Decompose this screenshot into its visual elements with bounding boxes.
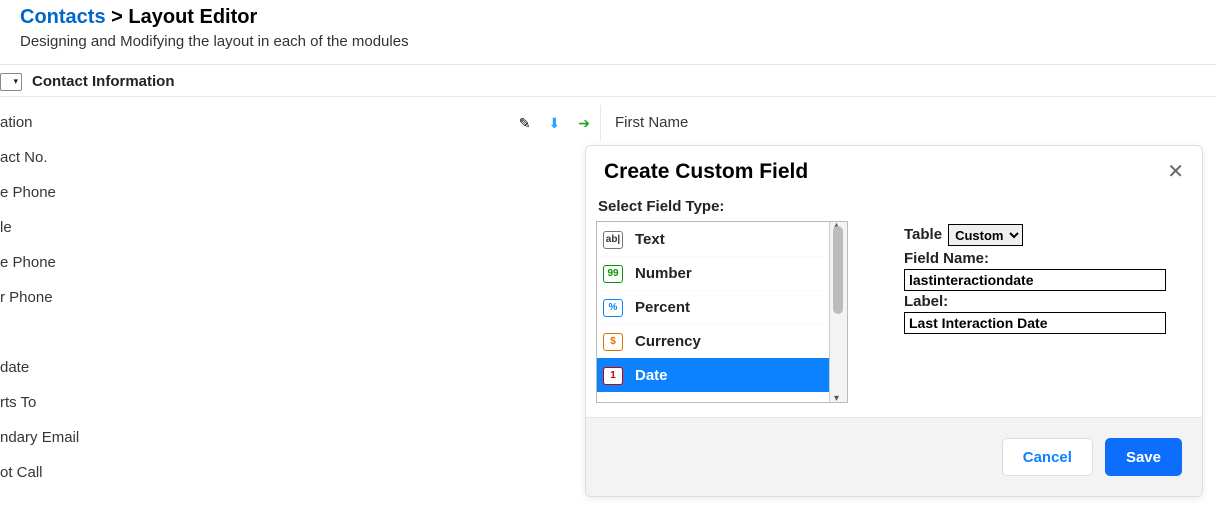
number-icon: 99 (603, 265, 623, 283)
label-row: Label: (904, 293, 1184, 334)
field-label: ot Call (0, 464, 43, 481)
modal-body: Select Field Type: ab| Text 99 Number % … (586, 188, 1202, 417)
field-type-more[interactable] (597, 392, 829, 403)
field-row[interactable]: le (0, 210, 600, 245)
date-icon: 1 (603, 367, 623, 385)
cancel-button[interactable]: Cancel (1002, 438, 1093, 476)
breadcrumb-link-contacts[interactable]: Contacts (20, 6, 106, 28)
label-label: Label: (904, 293, 1184, 310)
field-form: Table Custom Field Name: Label: (848, 198, 1184, 403)
modal-title: Create Custom Field (604, 160, 808, 184)
field-row[interactable]: e Phone (0, 245, 600, 280)
arrow-right-icon[interactable]: ➔ (578, 116, 590, 130)
fieldname-row: Field Name: (904, 250, 1184, 291)
field-label: ation (0, 114, 33, 131)
text-icon: ab| (603, 231, 623, 249)
arrow-down-icon[interactable]: ⬇ (549, 116, 561, 130)
field-type-date[interactable]: 1 Date (597, 358, 829, 392)
field-type-label: Percent (635, 299, 690, 316)
field-type-list: ab| Text 99 Number % Percent $ Currency (597, 222, 829, 403)
field-type-listbox: ab| Text 99 Number % Percent $ Currency (596, 221, 848, 403)
field-row[interactable]: act No. (0, 140, 600, 175)
field-label: le (0, 219, 12, 236)
field-label: First Name (615, 114, 688, 131)
field-label: e Phone (0, 254, 56, 271)
select-field-type-label: Select Field Type: (598, 198, 848, 215)
field-label: r Phone (0, 289, 53, 306)
field-row[interactable]: r Phone (0, 280, 600, 315)
field-row[interactable]: ot Call (0, 455, 600, 490)
percent-icon: % (603, 299, 623, 317)
field-label: rts To (0, 394, 36, 411)
table-label: Table (904, 226, 942, 243)
field-row[interactable]: date (0, 350, 600, 385)
field-action-icons: ✎ ⬇ ➔ (519, 116, 590, 130)
label-input[interactable] (904, 312, 1166, 334)
field-label: date (0, 359, 29, 376)
field-type-number[interactable]: 99 Number (597, 256, 829, 290)
breadcrumb-current: Layout Editor (128, 6, 257, 28)
modal-header: Create Custom Field ✕ (586, 146, 1202, 188)
section-title: Contact Information (32, 73, 175, 90)
page-subheading: Designing and Modifying the layout in ea… (20, 33, 1216, 50)
field-type-panel: Select Field Type: ab| Text 99 Number % … (596, 198, 848, 403)
field-type-label: Currency (635, 333, 701, 350)
section-toggle[interactable]: ▾ (0, 73, 22, 91)
close-icon[interactable]: ✕ (1167, 162, 1184, 182)
field-label: ndary Email (0, 429, 79, 446)
chevron-down-icon: ▾ (13, 76, 18, 87)
currency-icon: $ (603, 333, 623, 351)
breadcrumb: Contacts > Layout Editor (20, 6, 1216, 29)
section-header: ▾ Contact Information (0, 67, 1216, 97)
edit-icon[interactable]: ✎ (519, 116, 531, 130)
fieldname-input[interactable] (904, 269, 1166, 291)
table-select[interactable]: Custom (948, 224, 1023, 246)
breadcrumb-separator: > (111, 6, 123, 28)
field-type-label: Text (635, 231, 665, 248)
table-row: Table Custom (904, 224, 1184, 246)
field-row[interactable]: e Phone (0, 175, 600, 210)
field-row[interactable]: First Name (600, 105, 1216, 140)
field-label: act No. (0, 149, 48, 166)
field-type-currency[interactable]: $ Currency (597, 324, 829, 358)
field-row[interactable]: ndary Email (0, 420, 600, 455)
page-header: Contacts > Layout Editor Designing and M… (0, 0, 1216, 60)
header-divider (0, 64, 1216, 65)
field-type-percent[interactable]: % Percent (597, 290, 829, 324)
fieldname-label: Field Name: (904, 250, 1184, 267)
field-type-label: Date (635, 367, 668, 384)
save-button[interactable]: Save (1105, 438, 1182, 476)
field-type-label: Number (635, 265, 692, 282)
field-label: e Phone (0, 184, 56, 201)
field-row[interactable]: rts To (0, 385, 600, 420)
scrollbar-thumb[interactable] (833, 226, 843, 314)
field-type-text[interactable]: ab| Text (597, 222, 829, 256)
create-custom-field-modal: Create Custom Field ✕ Select Field Type:… (585, 145, 1203, 497)
field-row[interactable]: ation ✎ ⬇ ➔ (0, 105, 600, 140)
field-row[interactable] (0, 315, 600, 350)
field-type-scrollbar[interactable]: ▴ ▾ (829, 222, 847, 402)
modal-footer: Cancel Save (586, 417, 1202, 496)
scroll-down-icon[interactable]: ▾ (834, 393, 839, 403)
layout-column-left: ation ✎ ⬇ ➔ act No. e Phone le e Phone r… (0, 97, 600, 490)
